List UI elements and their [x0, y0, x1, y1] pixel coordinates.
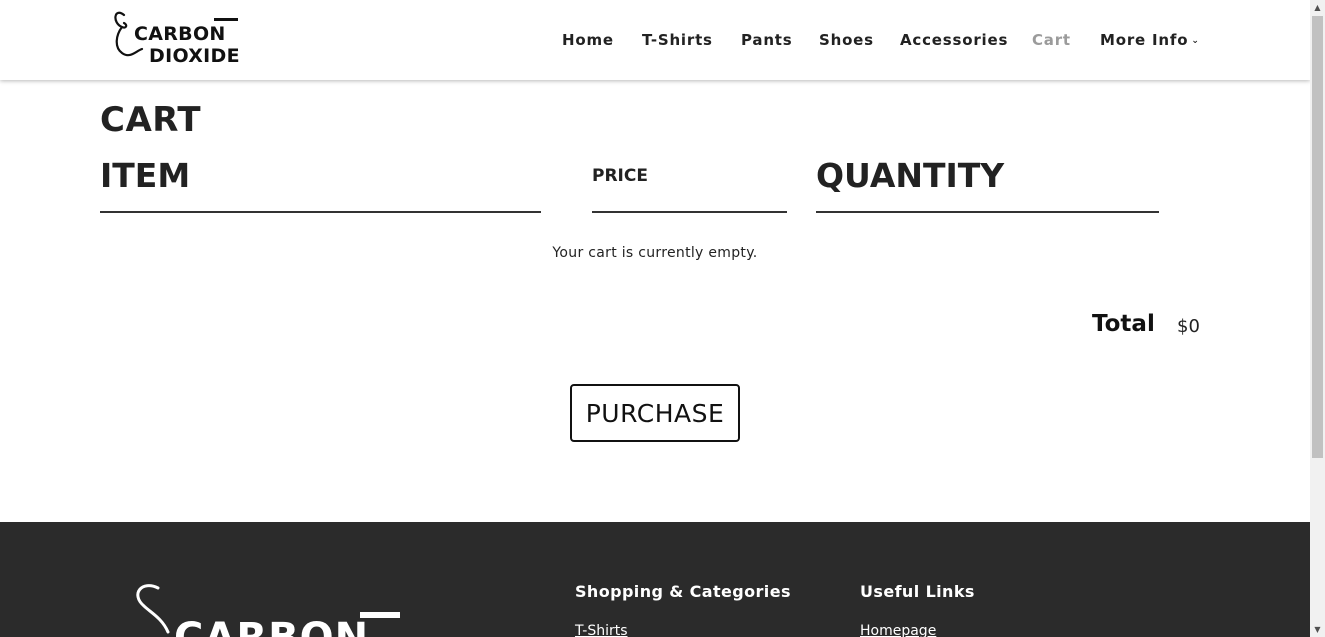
footer-heading-useful-links: Useful Links	[860, 582, 975, 601]
nav-item-shoes[interactable]: Shoes	[819, 29, 874, 51]
footer-heading-shopping: Shopping & Categories	[575, 582, 791, 601]
nav-item-cart[interactable]: Cart	[1032, 29, 1071, 51]
scroll-up-icon[interactable]: ▲	[1310, 0, 1325, 15]
nav-item-more-info-label: More Info	[1100, 31, 1189, 49]
nav-item-home[interactable]: Home	[562, 29, 614, 51]
nav-item-pants[interactable]: Pants	[741, 29, 793, 51]
page-scrollbar[interactable]: ▲ ▼	[1310, 0, 1325, 637]
chevron-down-icon: ⌄	[1191, 36, 1200, 46]
purchase-button[interactable]: PURCHASE	[570, 384, 740, 442]
footer-link-homepage[interactable]: Homepage	[860, 623, 936, 637]
logo-text-carbon: CARBON	[134, 23, 226, 45]
column-divider-item	[100, 211, 541, 213]
scrollbar-thumb[interactable]	[1312, 16, 1323, 458]
total-label: Total	[1092, 311, 1155, 337]
footer-logo[interactable]: CARBON	[128, 582, 408, 637]
site-footer: CARBON Shopping & Categories T-Shirts Us…	[0, 522, 1310, 637]
nav-item-more-info[interactable]: More Info ⌄	[1100, 29, 1200, 54]
column-divider-quantity	[816, 211, 1159, 213]
footer-logo-text: CARBON	[174, 616, 369, 637]
page: CARBON DIOXIDE Home T-Shirts Pants Shoes…	[0, 0, 1310, 637]
total-value: $0	[1177, 316, 1200, 337]
column-header-price: PRICE	[592, 166, 648, 186]
column-divider-price	[592, 211, 787, 213]
column-header-item: ITEM	[100, 156, 191, 195]
footer-link-tshirts[interactable]: T-Shirts	[575, 623, 628, 637]
page-title: CART	[100, 100, 202, 140]
column-header-quantity: QUANTITY	[816, 156, 1005, 195]
empty-cart-message: Your cart is currently empty.	[552, 245, 758, 261]
nav-item-tshirts[interactable]: T-Shirts	[642, 29, 713, 51]
scroll-down-icon[interactable]: ▼	[1310, 622, 1325, 637]
logo-text-dioxide: DIOXIDE	[149, 45, 240, 67]
nav-item-accessories[interactable]: Accessories	[900, 29, 1008, 51]
brand-logo[interactable]: CARBON DIOXIDE	[112, 5, 257, 71]
site-header: CARBON DIOXIDE Home T-Shirts Pants Shoes…	[0, 0, 1310, 80]
